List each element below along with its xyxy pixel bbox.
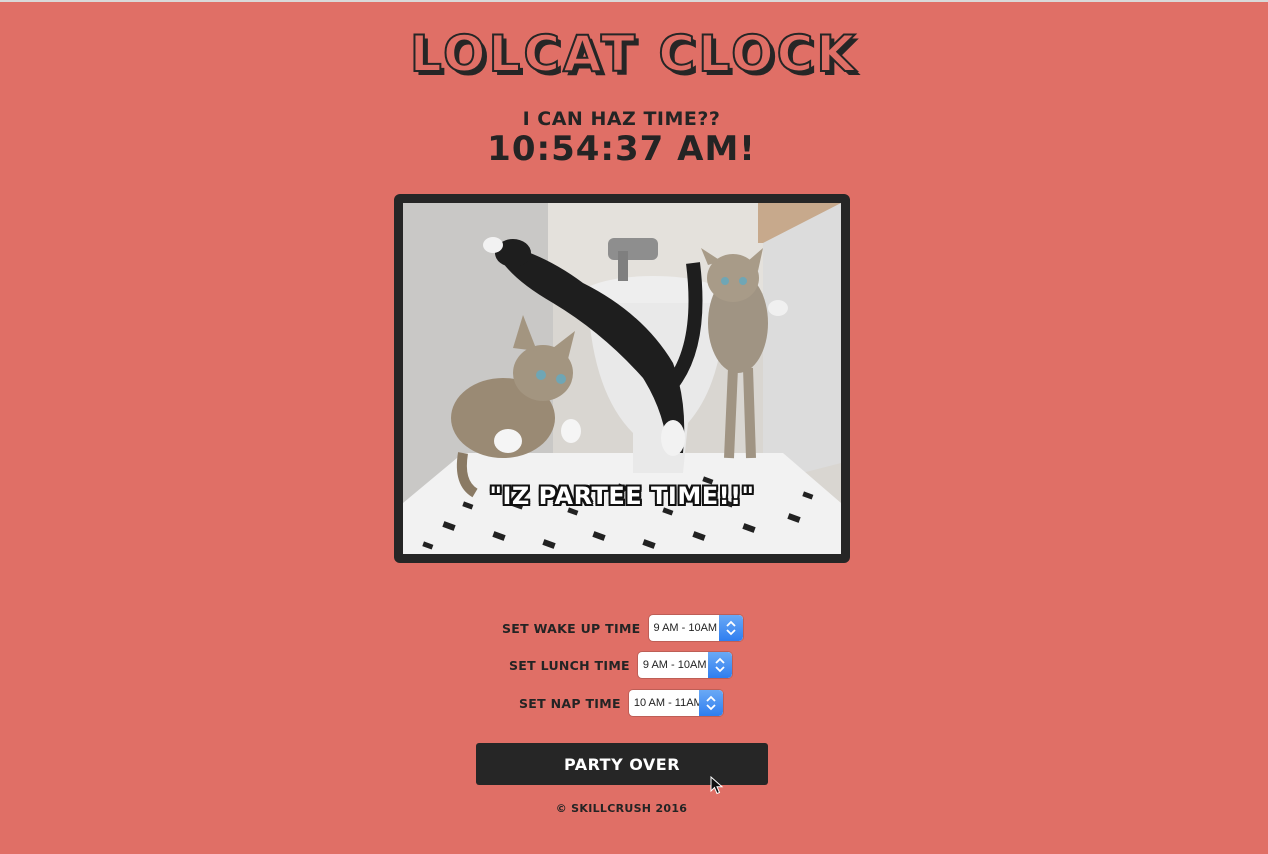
chevron-up-down-icon bbox=[698, 690, 723, 716]
footer-copyright: © SKILLCRUSH 2016 bbox=[555, 802, 688, 815]
mouse-pointer-icon bbox=[710, 775, 724, 800]
nap-time-value: 10 AM - 11AM bbox=[633, 697, 699, 709]
chevron-up-down-icon bbox=[718, 615, 743, 641]
nap-time-label: SET NAP TIME bbox=[519, 695, 621, 711]
wake-up-time-select[interactable]: 9 AM - 10AM bbox=[648, 615, 743, 641]
page-title: LOLCAT CLOCK bbox=[409, 25, 859, 83]
wake-up-time-label: SET WAKE UP TIME bbox=[502, 620, 641, 636]
lolcat-image: "IZ PARTEE TIME!!" bbox=[403, 203, 841, 554]
clock-time: 10:54:37 AM! bbox=[487, 129, 756, 169]
lunch-time-select[interactable]: 9 AM - 10AM bbox=[637, 652, 732, 678]
lolcat-image-frame: "IZ PARTEE TIME!!" bbox=[394, 194, 850, 563]
lunch-time-value: 9 AM - 10AM bbox=[642, 659, 707, 671]
chevron-up-down-icon bbox=[707, 652, 732, 678]
nap-time-row: SET NAP TIME 10 AM - 11AM bbox=[519, 689, 723, 717]
wake-up-time-row: SET WAKE UP TIME 9 AM - 10AM bbox=[502, 614, 743, 642]
image-caption: "IZ PARTEE TIME!!" bbox=[489, 482, 755, 510]
lunch-time-label: SET LUNCH TIME bbox=[509, 657, 630, 673]
party-over-button[interactable]: PARTY OVER bbox=[476, 743, 768, 785]
page: LOLCAT CLOCK I CAN HAZ TIME?? 10:54:37 A… bbox=[0, 0, 1268, 854]
nap-time-select[interactable]: 10 AM - 11AM bbox=[628, 690, 723, 716]
wake-up-time-value: 9 AM - 10AM bbox=[653, 622, 718, 634]
lunch-time-row: SET LUNCH TIME 9 AM - 10AM bbox=[509, 651, 732, 679]
